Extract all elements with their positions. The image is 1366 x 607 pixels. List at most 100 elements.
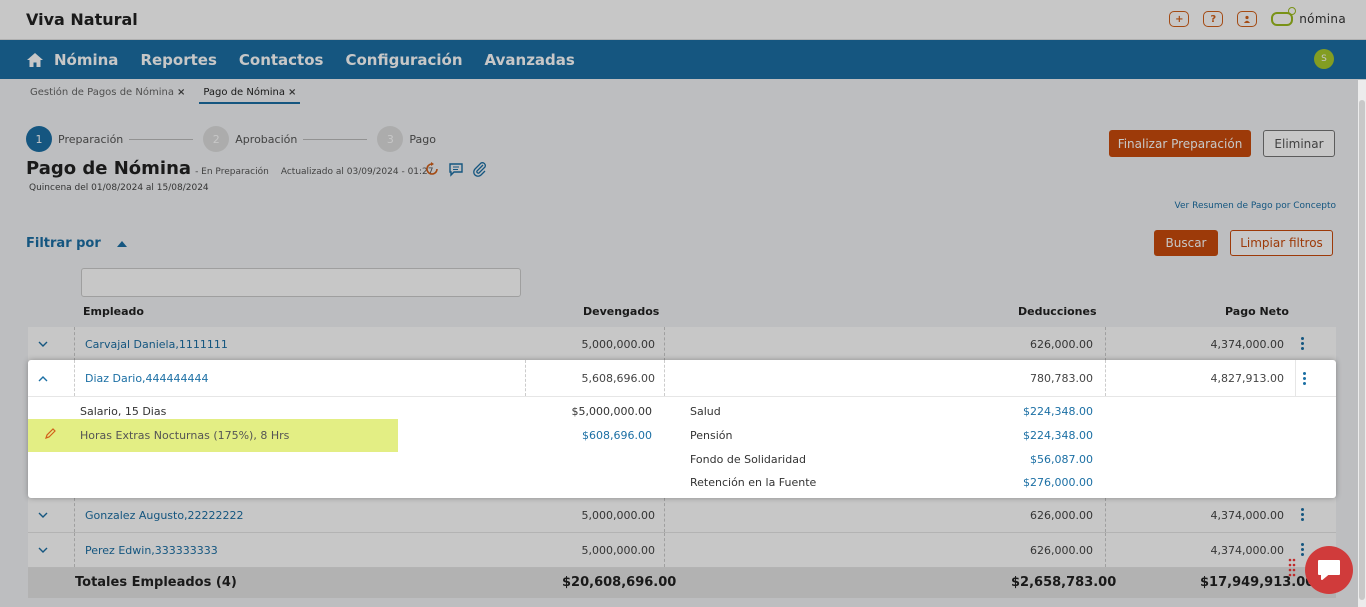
user-avatar-badge[interactable]: S: [1314, 49, 1334, 69]
filter-toggle[interactable]: Filtrar por: [26, 236, 127, 251]
column-header-net: Pago Neto: [1225, 305, 1289, 318]
help-icon[interactable]: ?: [1203, 11, 1224, 27]
process-stepper: 1 Preparación 2 Aprobación 3 Pago: [26, 126, 442, 152]
column-header-deductions: Deducciones: [1018, 305, 1097, 318]
row-menu-icon[interactable]: [1301, 508, 1304, 522]
page-title-block: Pago de Nómina - En Preparación Actualiz…: [26, 158, 434, 179]
employee-filter-input[interactable]: [81, 268, 521, 297]
period-text: Quincena del 01/08/2024 al 15/08/2024: [29, 183, 209, 193]
nav-item-avanzadas[interactable]: Avanzadas: [485, 51, 575, 69]
nav-item-configuracion[interactable]: Configuración: [345, 51, 462, 69]
table-row[interactable]: Carvajal Daniela,1111111 5,000,000.00 62…: [28, 327, 1336, 362]
step-number: 2: [203, 126, 230, 152]
totals-deductions: $2,658,783.00: [1011, 575, 1117, 590]
user-icon[interactable]: [1237, 11, 1258, 27]
column-divider: [1105, 327, 1106, 361]
home-icon[interactable]: [26, 52, 44, 68]
column-divider: [664, 360, 665, 396]
chevron-down-icon[interactable]: [36, 337, 50, 351]
totals-row: Totales Empleados (4) $20,608,696.00 $2,…: [28, 568, 1336, 598]
earning-amount[interactable]: $608,696.00: [582, 429, 652, 442]
tab-label: Gestión de Pagos de Nómina: [30, 87, 174, 98]
refresh-icon[interactable]: [424, 161, 440, 177]
summary-by-concept-link[interactable]: Ver Resumen de Pago por Concepto: [1175, 201, 1336, 211]
tab-pago-nomina[interactable]: Pago de Nómina ×: [199, 84, 301, 104]
step-number: 3: [377, 126, 404, 152]
chevron-down-icon[interactable]: [36, 508, 50, 522]
close-icon[interactable]: ×: [288, 87, 296, 98]
table-row[interactable]: Gonzalez Augusto,22222222 5,000,000.00 6…: [28, 498, 1336, 533]
title-actions: [424, 161, 488, 177]
column-divider: [1105, 360, 1106, 396]
search-button[interactable]: Buscar: [1154, 230, 1218, 256]
net-pay-value: 4,374,000.00: [1210, 544, 1284, 557]
drag-handle-icon[interactable]: [1288, 558, 1296, 580]
deduction-concept: Retención en la Fuente: [690, 476, 817, 489]
column-header-employee: Empleado: [83, 305, 144, 318]
deduction-amount[interactable]: $224,348.00: [1023, 429, 1093, 442]
filter-label: Filtrar por: [26, 236, 101, 251]
column-divider: [74, 327, 75, 361]
row-menu-icon[interactable]: [1301, 337, 1304, 351]
chat-bubble-icon: [1318, 560, 1340, 580]
deduction-concept: Salud: [690, 405, 721, 418]
column-divider: [525, 360, 526, 396]
comment-icon[interactable]: [448, 161, 464, 177]
deductions-value: 626,000.00: [1030, 509, 1093, 522]
chevron-up-icon[interactable]: [36, 372, 50, 386]
attachment-icon[interactable]: [472, 161, 488, 177]
logo-text: nómina: [1299, 12, 1346, 26]
column-divider: [74, 498, 75, 532]
nav-item-contactos[interactable]: Contactos: [239, 51, 324, 69]
main-nav: Nómina Reportes Contactos Configuración …: [0, 40, 1366, 79]
step-label: Aprobación: [235, 132, 298, 146]
earning-amount: $5,000,000.00: [571, 405, 652, 418]
finalize-preparation-button[interactable]: Finalizar Preparación: [1109, 130, 1251, 157]
nav-item-reportes[interactable]: Reportes: [140, 51, 216, 69]
page-scrollbar[interactable]: [1358, 80, 1366, 607]
net-pay-value: 4,827,913.00: [1210, 372, 1284, 385]
pencil-icon[interactable]: [44, 428, 56, 440]
updated-text: Actualizado al 03/09/2024 - 01:27: [280, 167, 434, 177]
chat-button[interactable]: [1305, 546, 1353, 594]
nav-item-nomina[interactable]: Nómina: [54, 51, 118, 69]
table-row[interactable]: Diaz Dario,444444444 5,608,696.00 780,78…: [28, 360, 1336, 397]
deductions-value: 780,783.00: [1030, 372, 1093, 385]
expanded-employee-row: Diaz Dario,444444444 5,608,696.00 780,78…: [28, 360, 1336, 498]
employee-link[interactable]: Carvajal Daniela,1111111: [85, 338, 228, 351]
earnings-value: 5,000,000.00: [581, 509, 655, 522]
status-text: - En Preparación: [195, 167, 269, 177]
column-header-earnings: Devengados: [583, 305, 660, 318]
deduction-amount[interactable]: $276,000.00: [1023, 476, 1093, 489]
net-pay-value: 4,374,000.00: [1210, 338, 1284, 351]
totals-earnings: $20,608,696.00: [562, 575, 677, 590]
logo-mark-icon: [1271, 7, 1297, 26]
step-divider: [303, 138, 368, 140]
column-divider: [664, 327, 665, 361]
deduction-amount[interactable]: $224,348.00: [1023, 405, 1093, 418]
nomina-logo: nómina: [1271, 7, 1346, 26]
employee-link[interactable]: Gonzalez Augusto,22222222: [85, 509, 244, 522]
employee-link[interactable]: Perez Edwin,333333333: [85, 544, 218, 557]
scrollbar-thumb[interactable]: [1359, 100, 1365, 600]
deduction-concept: Fondo de Solidaridad: [690, 453, 806, 466]
totals-label: Totales Empleados (4): [75, 575, 237, 590]
row-menu-icon[interactable]: [1301, 543, 1304, 557]
clear-filters-button[interactable]: Limpiar filtros: [1230, 230, 1333, 256]
earning-concept[interactable]: Horas Extras Nocturnas (175%), 8 Hrs: [80, 429, 289, 442]
net-pay-value: 4,374,000.00: [1210, 509, 1284, 522]
page-title: Pago de Nómina: [26, 158, 192, 179]
tab-gestion-pagos[interactable]: Gestión de Pagos de Nómina ×: [26, 84, 189, 104]
earnings-value: 5,000,000.00: [581, 338, 655, 351]
header-actions: + ? nómina: [1169, 7, 1346, 27]
deduction-amount[interactable]: $56,087.00: [1030, 453, 1093, 466]
employee-link[interactable]: Diaz Dario,444444444: [85, 372, 209, 385]
close-icon[interactable]: ×: [177, 87, 185, 98]
chevron-down-icon[interactable]: [36, 543, 50, 557]
plus-icon[interactable]: +: [1169, 11, 1190, 27]
table-row[interactable]: Perez Edwin,333333333 5,000,000.00 626,0…: [28, 533, 1336, 568]
step-label: Preparación: [58, 132, 124, 146]
row-menu-icon[interactable]: [1303, 372, 1306, 385]
earnings-value: 5,608,696.00: [581, 372, 655, 385]
delete-button[interactable]: Eliminar: [1263, 130, 1335, 157]
